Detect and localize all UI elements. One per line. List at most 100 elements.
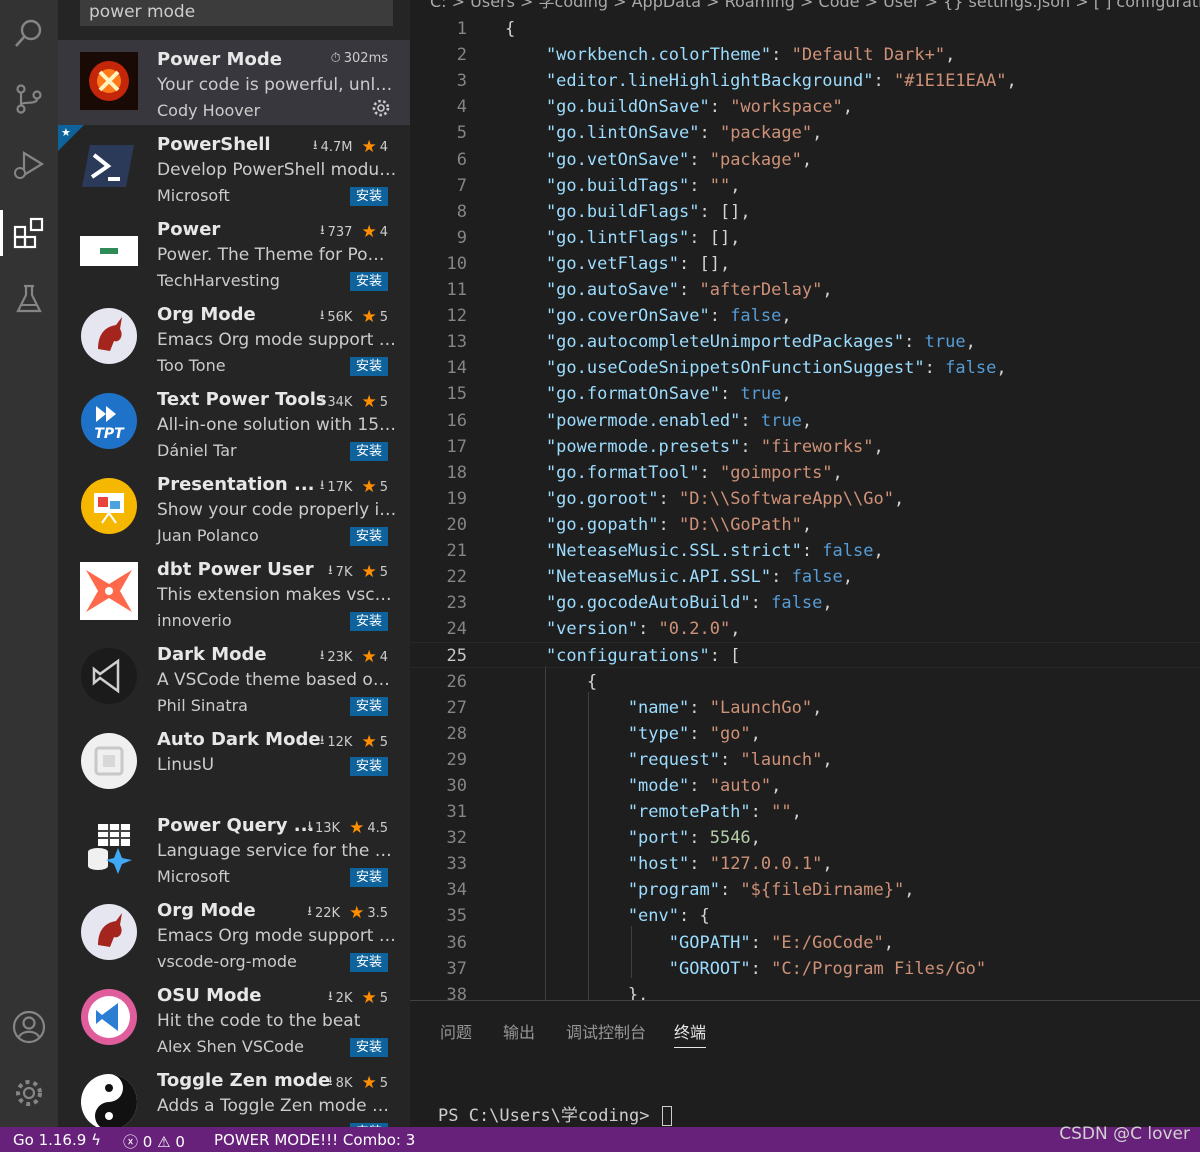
code-editor[interactable]: C: > Users > 学coding > AppData > Roaming… — [410, 0, 1200, 1000]
testing-flask-icon[interactable] — [0, 270, 58, 328]
install-button[interactable]: 安装 — [349, 953, 388, 972]
code-line[interactable]: 20 "go.gopath": "D:\\GoPath", — [410, 512, 1200, 538]
code-line[interactable]: 19 "go.goroot": "D:\\SoftwareApp\\Go", — [410, 486, 1200, 512]
code-line[interactable]: 30 "mode": "auto", — [410, 773, 1200, 799]
code-line[interactable]: 21 "NeteaseMusic.SSL.strict": false, — [410, 538, 1200, 564]
code-line[interactable]: 16 "powermode.enabled": true, — [410, 408, 1200, 434]
code-line[interactable]: 18 "go.formatTool": "goimports", — [410, 460, 1200, 486]
extension-search-input[interactable]: power mode — [80, 0, 393, 26]
code-line[interactable]: 5 "go.lintOnSave": "package", — [410, 120, 1200, 146]
extension-item[interactable]: Power Mode ⏱ 302ms Your code is powerful,… — [58, 40, 410, 125]
clock-icon: ⏱ — [330, 51, 341, 66]
extension-item[interactable]: Presentation ... ⭳ 17K ★ 5 Show your code p… — [58, 465, 410, 550]
extension-item[interactable]: Dark Mode ⭳ 23K ★ 4 A VSCode theme based on… — [58, 635, 410, 720]
tab-problems[interactable]: 问题 — [440, 1019, 472, 1043]
extension-item[interactable]: ★ PowerShell ⭳ 4.7M ★ 4 Develop PowerShell … — [58, 125, 410, 210]
code-line[interactable]: 23 "go.gocodeAutoBuild": false, — [410, 590, 1200, 616]
code-line[interactable]: 4 "go.buildOnSave": "workspace", — [410, 94, 1200, 120]
code-line[interactable]: 26 { — [410, 669, 1200, 695]
code-line[interactable]: 1{ — [410, 16, 1200, 42]
code-line[interactable]: 12 "go.coverOnSave": false, — [410, 303, 1200, 329]
install-button[interactable]: 安装 — [349, 612, 388, 631]
code-line[interactable]: 36 "GOPATH": "E:/GoCode", — [410, 930, 1200, 956]
install-button[interactable]: 安装 — [349, 442, 388, 461]
extension-publisher: Dániel Tar — [157, 441, 237, 460]
source-control-icon[interactable] — [0, 70, 58, 128]
code-line[interactable]: 7 "go.buildTags": "", — [410, 173, 1200, 199]
extension-item[interactable]: dbt Power User ⭳ 7K ★ 5 This extension make… — [58, 550, 410, 635]
code-line[interactable]: 38 }, — [410, 982, 1200, 1000]
extension-item[interactable]: Power ⭳ 737 ★ 4 Power. The Theme for Power.… — [58, 210, 410, 295]
extension-publisher: Microsoft — [157, 867, 230, 886]
install-button[interactable]: 安装 — [349, 868, 388, 887]
code-line[interactable]: 11 "go.autoSave": "afterDelay", — [410, 277, 1200, 303]
breadcrumb[interactable]: C: > Users > 学coding > AppData > Roaming… — [430, 0, 1200, 12]
code-line[interactable]: 13 "go.autocompleteUnimportedPackages": … — [410, 329, 1200, 355]
settings-gear-icon[interactable] — [0, 1064, 58, 1122]
extension-item[interactable]: TPT Text Power Tools ⭳ 34K ★ 5 All-in-one s… — [58, 380, 410, 465]
line-number: 1 — [456, 19, 467, 39]
code-line[interactable]: 24 "version": "0.2.0", — [410, 616, 1200, 642]
extension-name: Power — [157, 219, 221, 240]
manage-gear-icon[interactable] — [371, 98, 391, 122]
code-token: , — [822, 854, 833, 875]
code-line[interactable]: 37 "GOROOT": "C:/Program Files/Go" — [410, 956, 1200, 982]
code-token: : — [740, 436, 761, 457]
tab-terminal[interactable]: 终端 — [674, 1019, 707, 1048]
code-line[interactable]: 6 "go.vetOnSave": "package", — [410, 147, 1200, 173]
code-line[interactable]: 31 "remotePath": "", — [410, 799, 1200, 825]
tab-output[interactable]: 输出 — [503, 1019, 535, 1043]
code-line[interactable]: 34 "program": "${fileDirname}", — [410, 877, 1200, 903]
search-icon[interactable] — [0, 4, 58, 62]
code-line[interactable]: 15 "go.formatOnSave": true, — [410, 381, 1200, 407]
extension-name: Dark Mode — [157, 644, 267, 665]
tab-debug-console[interactable]: 调试控制台 — [566, 1019, 646, 1043]
code-token: , — [801, 514, 813, 535]
install-button[interactable]: 安装 — [349, 697, 388, 716]
code-line[interactable]: 17 "powermode.presets": "fireworks", — [410, 434, 1200, 460]
line-number: 18 — [446, 462, 467, 483]
code-text: "powermode.presets": "fireworks", — [505, 434, 884, 460]
install-button[interactable]: 安装 — [349, 527, 388, 546]
code-line[interactable]: 27 "name": "LaunchGo", — [410, 695, 1200, 721]
line-number: 27 — [446, 697, 467, 718]
line-number: 29 — [446, 749, 467, 770]
code-line[interactable]: 14 "go.useCodeSnippetsOnFunctionSuggest"… — [410, 355, 1200, 381]
extension-item[interactable]: OSU Mode ⭳ 2K ★ 5 Hit the code to the beat … — [58, 976, 410, 1061]
account-icon[interactable] — [0, 998, 58, 1056]
code-line[interactable]: 10 "go.vetFlags": [], — [410, 251, 1200, 277]
install-button[interactable]: 安装 — [349, 1038, 388, 1057]
code-line[interactable]: 2 "workbench.colorTheme": "Default Dark+… — [410, 42, 1200, 68]
extension-item[interactable]: Auto Dark Mode ⭳ 12K ★ 5 LinusU 安装 — [58, 720, 410, 805]
run-debug-icon[interactable] — [0, 136, 58, 194]
line-number: 8 — [456, 201, 467, 222]
code-line[interactable]: 3 "editor.lineHighlightBackground": "#1E… — [410, 68, 1200, 94]
install-button[interactable]: 安装 — [349, 187, 388, 206]
extension-item[interactable]: Toggle Zen mode ⭳ 8K ★ 5 Adds a Toggle Zen … — [58, 1061, 410, 1127]
code-line[interactable]: 28 "type": "go", — [410, 721, 1200, 747]
code-text: "mode": "auto", — [505, 773, 782, 799]
code-line[interactable]: 32 "port": 5546, — [410, 825, 1200, 851]
problems-status[interactable]: ⓧ 0 ⚠ 0 — [123, 1131, 185, 1152]
extensions-icon[interactable] — [0, 204, 58, 262]
code-line[interactable]: 9 "go.lintFlags": [], — [410, 225, 1200, 251]
code-token: : — [771, 45, 792, 66]
extension-item[interactable]: Org Mode ⭳ 22K ★ 3.5 Emacs Org mode support… — [58, 891, 410, 976]
code-line[interactable]: 33 "host": "127.0.0.1", — [410, 851, 1200, 877]
install-button[interactable]: 安装 — [349, 272, 388, 291]
svg-text:TPT: TPT — [94, 426, 125, 442]
go-version-status[interactable]: Go 1.16.9 ϟ — [13, 1131, 101, 1149]
extension-item[interactable]: Org Mode ⭳ 56K ★ 5 Emacs Org mode support f… — [58, 295, 410, 380]
code-token: "mode" — [505, 775, 690, 796]
code-line[interactable]: 22 "NeteaseMusic.API.SSL": false, — [410, 564, 1200, 590]
code-line[interactable]: 25 "configurations": [ — [410, 642, 1200, 669]
install-button[interactable]: 安装 — [349, 757, 388, 776]
install-button[interactable]: 安装 — [349, 357, 388, 376]
code-line[interactable]: 35 "env": { — [410, 903, 1200, 929]
dbt-logo-icon — [80, 562, 138, 620]
extension-item[interactable]: Power Query ... ⭳ 13K ★ 4.5 Language servic… — [58, 806, 410, 891]
code-line[interactable]: 8 "go.buildFlags": [], — [410, 199, 1200, 225]
terminal[interactable]: PS C:\Users\学coding> — [438, 1101, 672, 1126]
code-line[interactable]: 29 "request": "launch", — [410, 747, 1200, 773]
code-token: "remotePath" — [505, 802, 751, 822]
